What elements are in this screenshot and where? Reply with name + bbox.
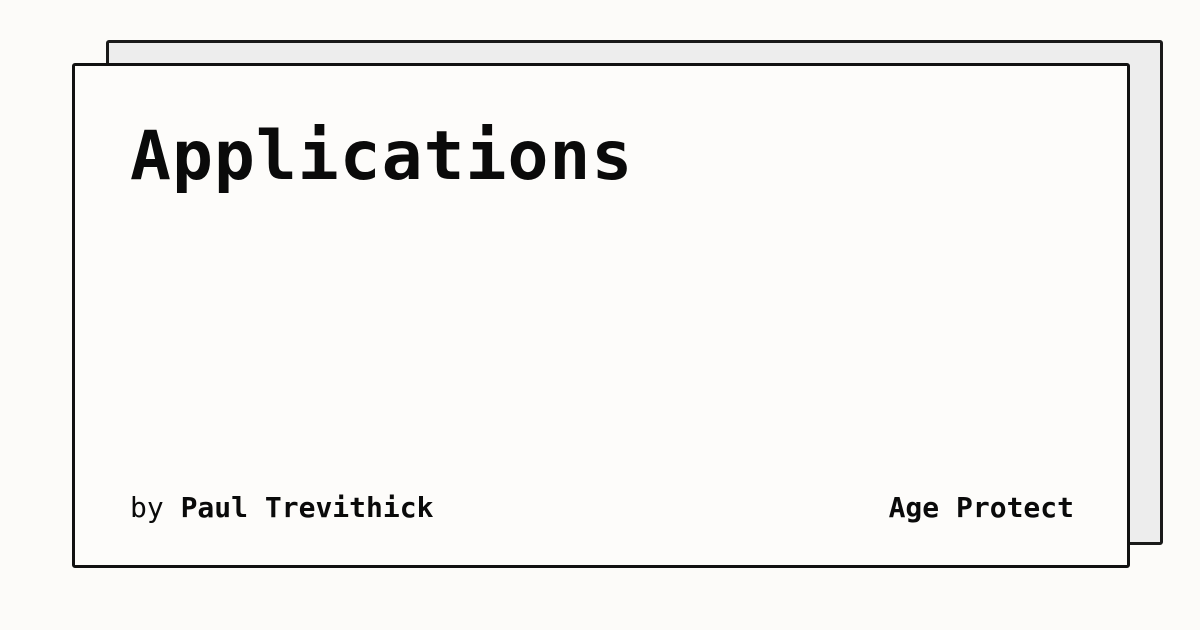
author-name: Paul Trevithick xyxy=(180,491,434,524)
byline-prefix: by xyxy=(130,491,164,524)
social-card-canvas: Applications by Paul Trevithick Age Prot… xyxy=(0,0,1200,630)
page-title: Applications xyxy=(130,117,634,196)
site-name: Age Protect xyxy=(888,491,1074,524)
byline: by Paul Trevithick xyxy=(130,491,433,525)
title-card: Applications by Paul Trevithick Age Prot… xyxy=(72,63,1130,568)
